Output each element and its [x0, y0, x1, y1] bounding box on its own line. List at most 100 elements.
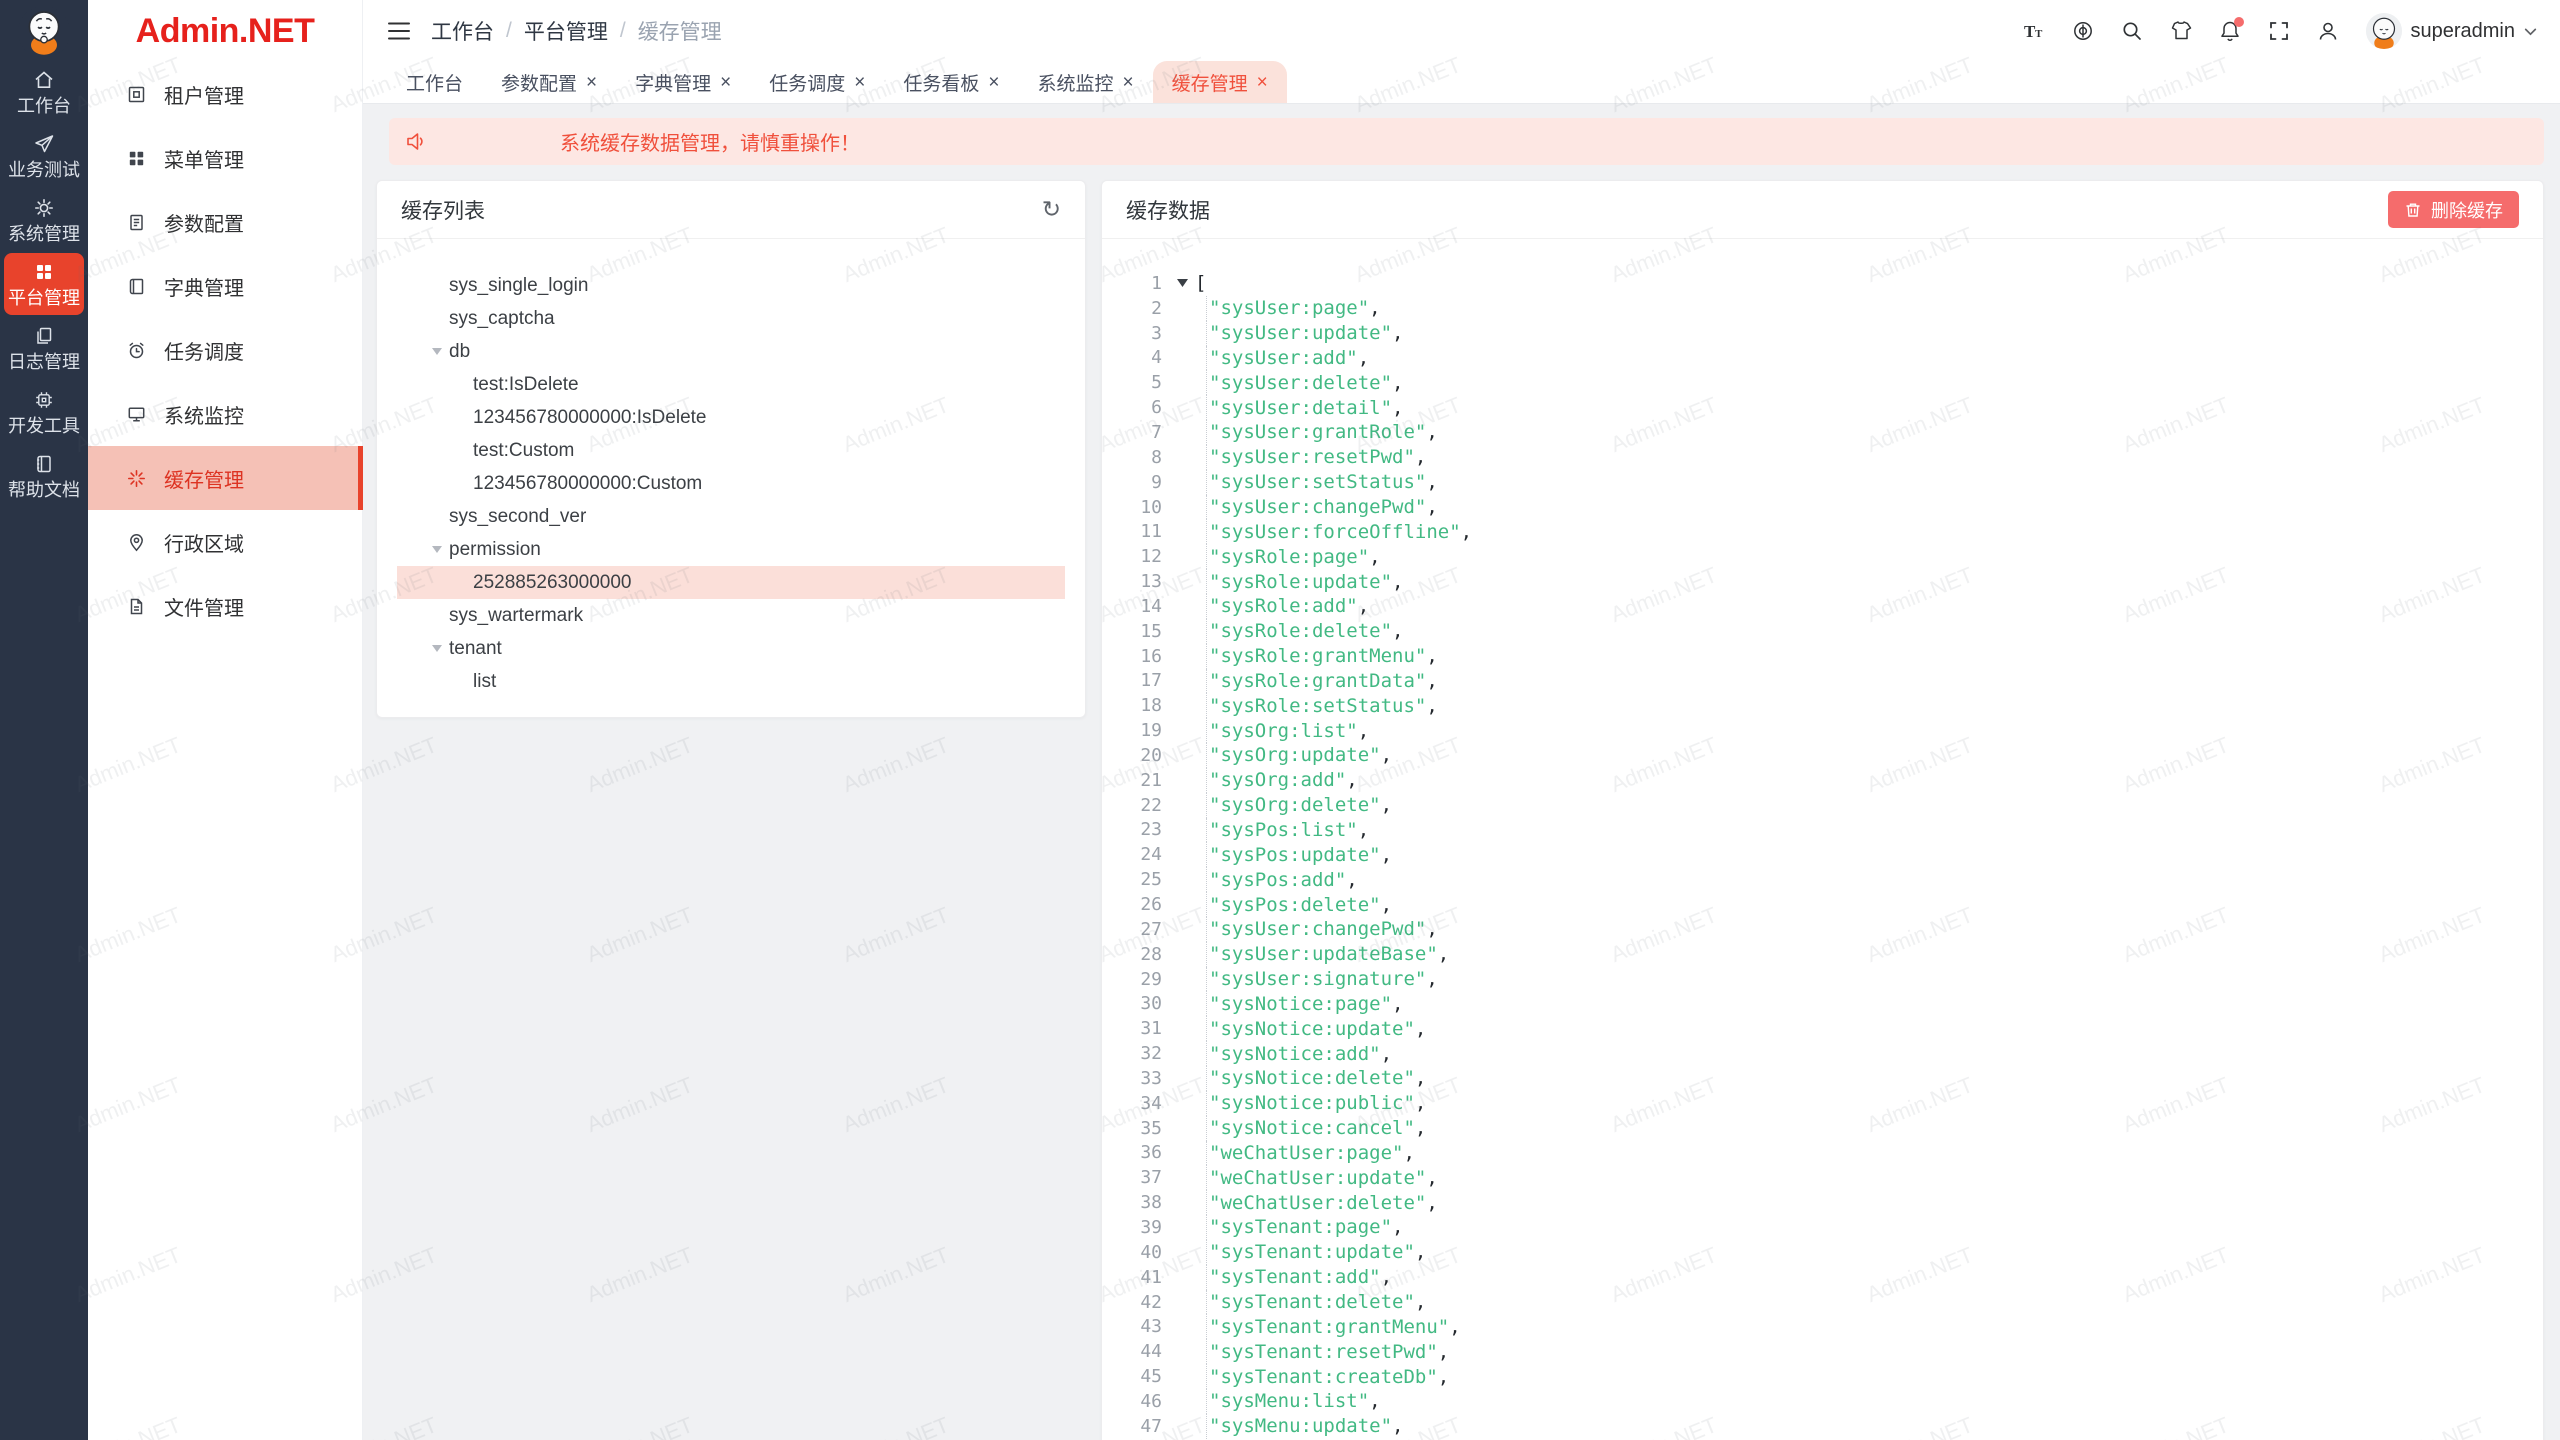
tab-cache-mgmt[interactable]: 缓存管理× [1153, 61, 1287, 103]
line-number: 15 [1102, 621, 1162, 642]
json-string: "sysNotice:public" [1209, 1092, 1415, 1114]
caret-down-icon[interactable] [425, 546, 449, 554]
sidebar-item-param-config[interactable]: 参数配置 [88, 190, 362, 254]
sidebar-item-cache-mgmt[interactable]: 缓存管理 [88, 446, 362, 510]
line-number: 1 [1102, 273, 1162, 294]
tree-node[interactable]: 123456780000000:IsDelete [397, 401, 1065, 434]
json-line: 30"sysNotice:page", [1102, 991, 2543, 1016]
close-icon[interactable]: × [720, 73, 731, 92]
tab-param-config[interactable]: 参数配置× [482, 61, 616, 103]
user-outline-icon[interactable] [2317, 20, 2339, 42]
indent-guide [1206, 296, 1207, 321]
json-string: "sysTenant:page" [1209, 1216, 1392, 1238]
close-icon[interactable]: × [1257, 73, 1268, 92]
main-area: 工作台 / 平台管理 / 缓存管理 TT [363, 0, 2560, 1440]
rail-item-workbench[interactable]: 工作台 [4, 61, 84, 123]
tab-workbench[interactable]: 工作台× [387, 61, 482, 103]
breadcrumb-separator: / [506, 19, 512, 43]
rail-item-sys-mgmt[interactable]: 系统管理 [4, 189, 84, 251]
json-string: "sysNotice:cancel" [1209, 1117, 1415, 1139]
rail-item-biz-test[interactable]: 业务测试 [4, 125, 84, 187]
gear-icon [33, 197, 55, 219]
rail-item-label: 工作台 [17, 97, 71, 115]
indent-guide [1206, 1141, 1207, 1166]
rail-item-log-mgmt[interactable]: 日志管理 [4, 317, 84, 379]
tab-label: 系统监控 [1038, 69, 1114, 96]
tab-dict-mgmt[interactable]: 字典管理× [616, 61, 750, 103]
close-icon[interactable]: × [1123, 73, 1134, 92]
hamburger-menu-icon[interactable] [387, 21, 411, 41]
tree-node[interactable]: test:IsDelete [397, 368, 1065, 401]
sidebar-item-tenant-mgmt[interactable]: 租户管理 [88, 62, 362, 126]
tree-node[interactable]: sys_captcha [397, 302, 1065, 335]
user-menu[interactable]: superadmin [2366, 13, 2538, 49]
sidebar-item-sys-monitor[interactable]: 系统监控 [88, 382, 362, 446]
json-string: "sysRole:update" [1209, 571, 1392, 593]
tree-node[interactable]: permission [397, 533, 1065, 566]
tree-node-selected[interactable]: 252885263000000 [397, 566, 1065, 599]
tree-node[interactable]: test:Custom [397, 434, 1065, 467]
theme-shirt-icon[interactable] [2170, 20, 2192, 42]
rail-item-dev-tools[interactable]: 开发工具 [4, 381, 84, 443]
tab-task-schedule[interactable]: 任务调度× [750, 61, 884, 103]
line-number: 19 [1102, 720, 1162, 741]
json-comma: , [1415, 1291, 1426, 1313]
rail-item-help-docs[interactable]: 帮助文档 [4, 445, 84, 507]
line-number: 18 [1102, 695, 1162, 716]
tree-node[interactable]: sys_single_login [397, 269, 1065, 302]
line-number: 39 [1102, 1217, 1162, 1238]
line-number: 27 [1102, 919, 1162, 940]
tree-node-label: sys_captcha [449, 308, 555, 330]
sidebar-item-file-mgmt[interactable]: 文件管理 [88, 574, 362, 638]
app-logo-text[interactable]: Admin.NET [88, 0, 362, 62]
fullscreen-icon[interactable] [2268, 20, 2290, 42]
tree-node[interactable]: list [397, 665, 1065, 698]
tab-task-board[interactable]: 任务看板× [884, 61, 1018, 103]
line-number: 22 [1102, 795, 1162, 816]
caret-down-icon[interactable] [425, 348, 449, 356]
app-logo-avatar[interactable] [18, 6, 70, 58]
sidebar-item-label: 行政区域 [164, 528, 244, 557]
close-icon[interactable]: × [988, 73, 999, 92]
rail-item-platform-mgmt[interactable]: 平台管理 [4, 253, 84, 315]
sidebar-item-dict-mgmt[interactable]: 字典管理 [88, 254, 362, 318]
sidebar-item-menu-mgmt[interactable]: 菜单管理 [88, 126, 362, 190]
json-line: 3"sysUser:update", [1102, 321, 2543, 346]
sidebar-item-task-schedule[interactable]: 任务调度 [88, 318, 362, 382]
font-size-icon[interactable]: TT [2023, 20, 2045, 42]
delete-cache-button[interactable]: 删除缓存 [2388, 191, 2519, 228]
close-icon[interactable]: × [854, 73, 865, 92]
language-icon[interactable] [2072, 20, 2094, 42]
json-string: "sysUser:setStatus" [1209, 471, 1426, 493]
json-comma: , [1392, 571, 1403, 593]
page-content: 系统缓存数据管理，请慎重操作！ 缓存列表 ↻ sys_single_login … [363, 104, 2560, 1440]
indent-guide [1206, 967, 1207, 992]
refresh-icon[interactable]: ↻ [1042, 198, 1061, 221]
json-line: 40"sysTenant:update", [1102, 1240, 2543, 1265]
caret-down-icon[interactable] [425, 645, 449, 653]
tree-node[interactable]: db [397, 335, 1065, 368]
document-icon [126, 212, 147, 233]
json-line: 18"sysRole:setStatus", [1102, 693, 2543, 718]
breadcrumb-item[interactable]: 工作台 [431, 16, 494, 46]
tab-sys-monitor[interactable]: 系统监控 × [1019, 61, 1153, 103]
tree-node[interactable]: sys_wartermark [397, 599, 1065, 632]
line-number: 28 [1102, 944, 1162, 965]
sidebar-item-admin-region[interactable]: 行政区域 [88, 510, 362, 574]
close-icon[interactable]: × [586, 73, 597, 92]
line-number: 10 [1102, 497, 1162, 518]
line-number: 2 [1102, 298, 1162, 319]
indent-guide [1206, 743, 1207, 768]
open-bracket: [ [1195, 272, 1206, 294]
tree-node[interactable]: tenant [397, 632, 1065, 665]
collapse-caret-icon[interactable] [1177, 279, 1188, 288]
json-line: 21"sysOrg:add", [1102, 768, 2543, 793]
tree-node[interactable]: 123456780000000:Custom [397, 467, 1065, 500]
json-string: "sysRole:grantData" [1209, 670, 1426, 692]
line-number: 24 [1102, 844, 1162, 865]
breadcrumb-item[interactable]: 平台管理 [524, 16, 608, 46]
search-icon[interactable] [2121, 20, 2143, 42]
indent-guide [1206, 892, 1207, 917]
tree-node[interactable]: sys_second_ver [397, 500, 1065, 533]
notification-bell-icon[interactable] [2219, 20, 2241, 42]
